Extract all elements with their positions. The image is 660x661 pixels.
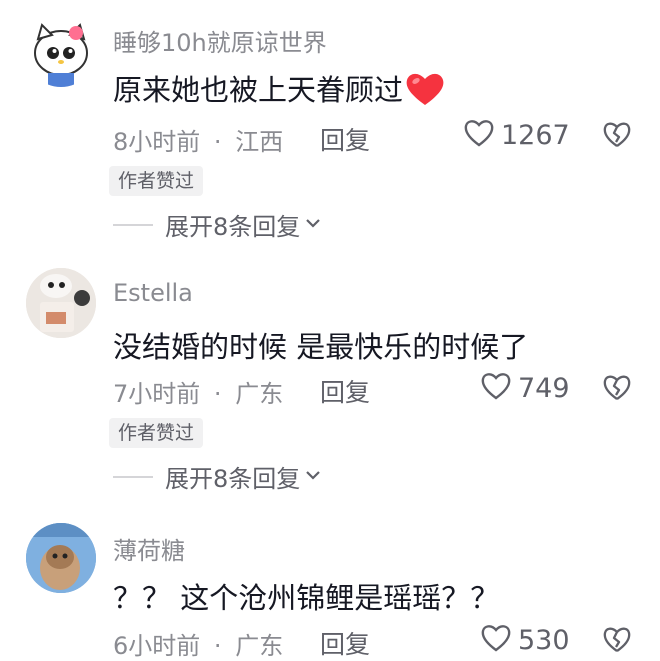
location: 广东 — [235, 632, 284, 660]
separator: · — [213, 380, 222, 408]
like-button[interactable]: 1267 — [463, 118, 570, 152]
comment-text: 没结婚的时候 是最快乐的时候了 — [113, 330, 529, 364]
broken-heart-icon — [602, 627, 632, 658]
chevron-down-icon — [304, 467, 322, 486]
location: 广东 — [235, 380, 284, 408]
comment-meta: 8小时前 · 江西 — [113, 122, 283, 157]
username[interactable]: 睡够10h就原谅世界 — [113, 23, 327, 58]
reply-button[interactable]: 回复 — [320, 625, 370, 661]
author-liked-badge: 作者赞过 — [109, 418, 204, 448]
author-liked-badge: 作者赞过 — [109, 166, 204, 196]
avatar[interactable] — [26, 17, 96, 87]
timestamp: 6小时前 — [113, 632, 201, 660]
like-button[interactable]: 530 — [480, 623, 570, 657]
comment-text-content: 原来她也被上天眷顾过 — [113, 73, 404, 107]
heart-outline-icon — [480, 623, 512, 657]
like-button[interactable]: 749 — [480, 371, 570, 405]
expand-replies-button[interactable]: 展开8条回复 — [113, 207, 322, 242]
red-heart-emoji-icon — [405, 71, 445, 114]
dislike-button[interactable] — [602, 121, 632, 153]
comment-meta: 6小时前 · 广东 — [113, 626, 283, 661]
heart-outline-icon — [480, 371, 512, 405]
avatar[interactable] — [26, 268, 96, 338]
reply-button[interactable]: 回复 — [320, 373, 370, 409]
broken-heart-icon — [602, 122, 632, 153]
timestamp: 7小时前 — [113, 380, 201, 408]
comment-item: 睡够10h就原谅世界 原来她也被上天眷顾过 8小时前 · 江西 回复 1267 … — [0, 0, 660, 250]
username[interactable]: 薄荷糖 — [113, 531, 185, 566]
comment-text: 原来她也被上天眷顾过 — [113, 67, 445, 114]
chevron-down-icon — [304, 215, 322, 234]
separator: · — [213, 128, 222, 156]
heart-outline-icon — [463, 118, 495, 152]
comment-item: Estella 没结婚的时候 是最快乐的时候了 7小时前 · 广东 回复 749… — [0, 255, 660, 505]
separator: · — [213, 632, 222, 660]
dislike-button[interactable] — [602, 374, 632, 406]
comment-text: ？？ 这个沧州锦鲤是瑶瑶？？ — [113, 581, 500, 615]
dislike-button[interactable] — [602, 626, 632, 658]
divider-line — [113, 475, 153, 478]
avatar[interactable] — [26, 523, 96, 593]
expand-replies-label: 展开8条回复 — [165, 465, 301, 493]
location: 江西 — [235, 128, 284, 156]
expand-replies-button[interactable]: 展开8条回复 — [113, 459, 322, 494]
like-count: 749 — [518, 372, 570, 404]
timestamp: 8小时前 — [113, 128, 201, 156]
like-count: 1267 — [501, 119, 570, 151]
expand-replies-label: 展开8条回复 — [165, 213, 301, 241]
comment-meta: 7小时前 · 广东 — [113, 374, 283, 409]
like-count: 530 — [518, 624, 570, 656]
username[interactable]: Estella — [113, 279, 193, 307]
divider-line — [113, 223, 153, 226]
reply-button[interactable]: 回复 — [320, 121, 370, 157]
broken-heart-icon — [602, 375, 632, 406]
comment-item: 薄荷糖 ？？ 这个沧州锦鲤是瑶瑶？？ 6小时前 · 广东 回复 530 — [0, 508, 660, 660]
